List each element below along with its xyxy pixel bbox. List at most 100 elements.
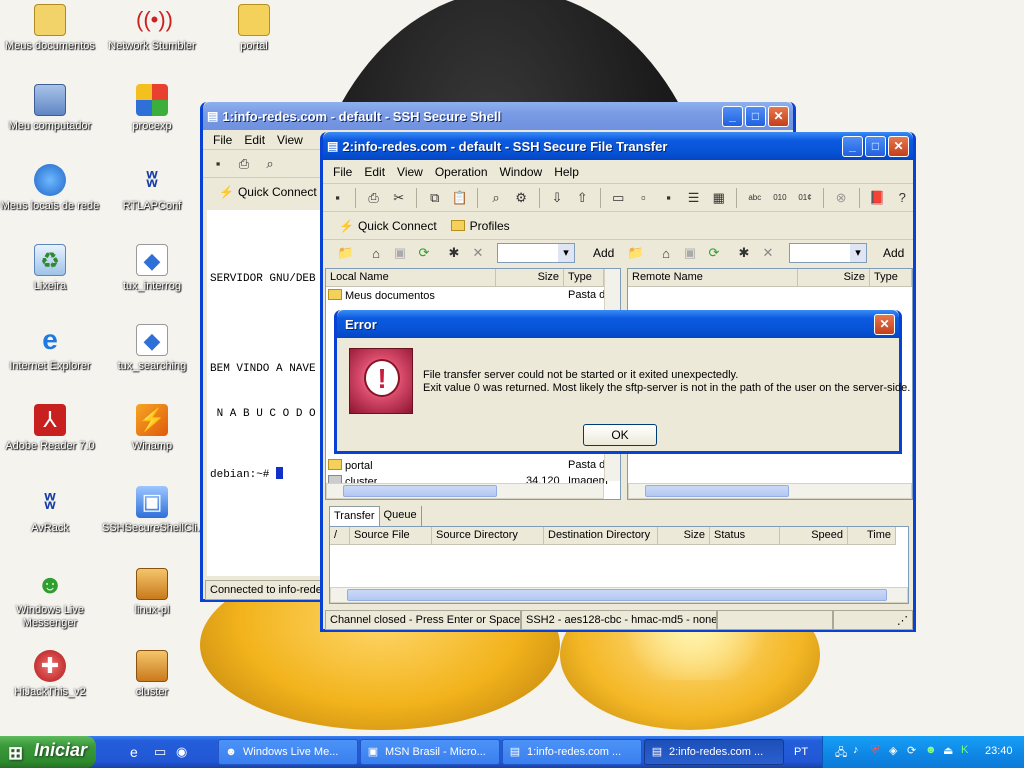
help-book-icon[interactable]: 📕	[867, 187, 888, 209]
remote-new-folder-icon[interactable]: ▣	[679, 242, 701, 264]
quicklaunch-desktop-icon[interactable]: ▭	[154, 744, 166, 760]
terminal-area[interactable]: SERVIDOR GNU/DEB BEM VINDO A NAVE N A B …	[207, 210, 327, 576]
remote-path-combo[interactable]	[789, 243, 867, 263]
print-icon[interactable]: ⎙	[233, 153, 255, 175]
local-up-folder-icon[interactable]: 📁	[335, 242, 357, 264]
local-name-header[interactable]: Local Name	[326, 269, 496, 287]
menu-edit[interactable]: Edit	[238, 133, 271, 147]
desktop-icon-winamp[interactable]: ⚡ Winamp	[102, 404, 202, 453]
ok-button[interactable]: OK	[583, 424, 657, 446]
find-icon[interactable]: ⌕	[485, 187, 506, 209]
remote-new-icon[interactable]: ✱	[733, 242, 755, 264]
view-icon[interactable]: ▭	[608, 187, 629, 209]
desktop-icon-cluster[interactable]: cluster	[102, 650, 202, 699]
transfer-col-source-file[interactable]: Source File	[350, 527, 432, 545]
transfer-hscrollbar[interactable]	[330, 587, 908, 603]
list-item[interactable]: Meus documentos	[328, 289, 435, 302]
menu-operation[interactable]: Operation	[429, 165, 494, 179]
desktop-icon-recycle-bin[interactable]: ♻ Lixeira	[0, 244, 100, 293]
network-tray-icon[interactable]: 🖧	[835, 744, 847, 763]
clock[interactable]: 23:40	[985, 745, 1013, 757]
k-tray-icon[interactable]: K	[961, 744, 968, 756]
menu-help[interactable]: Help	[548, 165, 585, 179]
print-preview-icon[interactable]: ⌕	[259, 153, 281, 175]
binary-mode-icon[interactable]: 010	[769, 187, 790, 209]
desktop-icon-ssh-client[interactable]: ▣ SSHSecureShellCli...	[102, 486, 206, 535]
local-delete-icon[interactable]: ✕	[467, 242, 489, 264]
transfer-col-time[interactable]: Time	[848, 527, 896, 545]
local-add-button[interactable]: Add	[593, 246, 614, 260]
desktop-icon-internet-explorer[interactable]: e Internet Explorer	[0, 324, 100, 373]
scroll-thumb[interactable]	[347, 589, 887, 601]
copy-icon[interactable]: ⧉	[424, 187, 445, 209]
save-icon[interactable]: ▪	[327, 187, 348, 209]
security-tray-icon[interactable]: ⛨	[871, 744, 879, 757]
language-indicator[interactable]: PT	[794, 746, 808, 758]
local-new-folder-icon[interactable]: ▣	[389, 242, 411, 264]
maximize-button[interactable]: □	[745, 105, 766, 127]
ssh-shell-titlebar[interactable]: ▤ 1:info-redes.com - default - SSH Secur…	[203, 102, 793, 130]
desktop-icon-avrack[interactable]: ʬ AvRack	[0, 486, 100, 535]
update-tray-icon[interactable]: ⟳	[907, 744, 916, 757]
remote-hscrollbar[interactable]	[628, 483, 912, 499]
transfer-list[interactable]: / Source File Source Directory Destinati…	[329, 526, 909, 604]
transfer-col-speed[interactable]: Speed	[780, 527, 848, 545]
transfer-col-size[interactable]: Size	[658, 527, 710, 545]
stop-icon[interactable]: ⊗	[831, 187, 852, 209]
menu-view[interactable]: View	[271, 133, 309, 147]
error-dialog-titlebar[interactable]: Error ✕	[337, 310, 899, 338]
desktop-icon-portal[interactable]: portal	[204, 4, 304, 53]
auto-mode-icon[interactable]: 01¢	[794, 187, 815, 209]
volume-tray-icon[interactable]: ♪	[853, 744, 859, 756]
quicklaunch-ie-icon[interactable]: e	[130, 744, 138, 760]
tab-queue[interactable]: Queue	[380, 506, 422, 526]
close-button[interactable]: ✕	[768, 105, 789, 127]
transfer-col-source-dir[interactable]: Source Directory	[432, 527, 544, 545]
sftp-titlebar[interactable]: ▤ 2:info-redes.com - default - SSH Secur…	[323, 132, 913, 160]
remote-type-header[interactable]: Type	[870, 269, 912, 287]
desktop-icon-tux-searching[interactable]: ◆ tux_searching	[102, 324, 202, 373]
quick-connect-button[interactable]: Quick Connect	[238, 185, 317, 199]
quicklaunch-media-icon[interactable]: ◉	[176, 744, 187, 760]
menu-edit[interactable]: Edit	[358, 165, 391, 179]
transfer-col-dest-dir[interactable]: Destination Directory	[544, 527, 658, 545]
desktop-icon-procexp[interactable]: procexp	[102, 84, 202, 133]
transfer-col-sort[interactable]: /	[330, 527, 350, 545]
remote-home-icon[interactable]: ⌂	[655, 242, 677, 264]
settings-icon[interactable]: ⚙	[511, 187, 532, 209]
small-icons-icon[interactable]: ▪	[658, 187, 679, 209]
local-new-icon[interactable]: ✱	[443, 242, 465, 264]
list-item[interactable]: portal	[328, 459, 373, 472]
usb-tray-icon[interactable]: ⏏	[943, 744, 953, 757]
scroll-thumb[interactable]	[343, 485, 497, 497]
local-path-combo[interactable]	[497, 243, 575, 263]
local-home-icon[interactable]: ⌂	[365, 242, 387, 264]
antivirus-tray-icon[interactable]: ◈	[889, 744, 897, 757]
list-view-icon[interactable]: ☰	[683, 187, 704, 209]
desktop-icon-adobe-reader[interactable]: ⅄ Adobe Reader 7.0	[0, 404, 100, 453]
menu-view[interactable]: View	[391, 165, 429, 179]
local-refresh-icon[interactable]: ⟳	[413, 242, 435, 264]
resize-grip-icon[interactable]: ⋰	[833, 610, 913, 630]
remote-add-button[interactable]: Add	[883, 246, 904, 260]
desktop-icon-network-stumbler[interactable]: ((•)) Network Stumbler	[102, 4, 202, 53]
details-view-icon[interactable]: ▦	[708, 187, 729, 209]
upload-icon[interactable]: ⇧	[572, 187, 593, 209]
desktop-icon-tux-interrog[interactable]: ◆ tux_interrog	[102, 244, 202, 293]
ascii-mode-icon[interactable]: abc	[744, 187, 765, 209]
desktop-icon-network-places[interactable]: Meus locais de rede	[0, 164, 100, 213]
menu-file[interactable]: File	[207, 133, 238, 147]
profiles-button[interactable]: Profiles	[470, 219, 510, 233]
desktop-icon-my-documents[interactable]: Meus documentos	[0, 4, 100, 53]
start-button[interactable]: ⊞ Iniciar	[0, 736, 96, 768]
whats-this-icon[interactable]: ?	[892, 187, 913, 209]
tab-transfer[interactable]: Transfer	[329, 506, 380, 526]
task-button-messenger[interactable]: ☻ Windows Live Me...	[218, 739, 358, 765]
close-button[interactable]: ✕	[874, 313, 895, 335]
local-type-header[interactable]: Type	[564, 269, 604, 287]
minimize-button[interactable]: _	[722, 105, 743, 127]
desktop-icon-windows-live-messenger[interactable]: ☻ Windows Live Messenger	[0, 568, 100, 630]
large-icons-icon[interactable]: ▫	[633, 187, 654, 209]
minimize-button[interactable]: _	[842, 135, 863, 157]
desktop-icon-rtlapconf[interactable]: ʬ RTLAPConf	[102, 164, 202, 213]
